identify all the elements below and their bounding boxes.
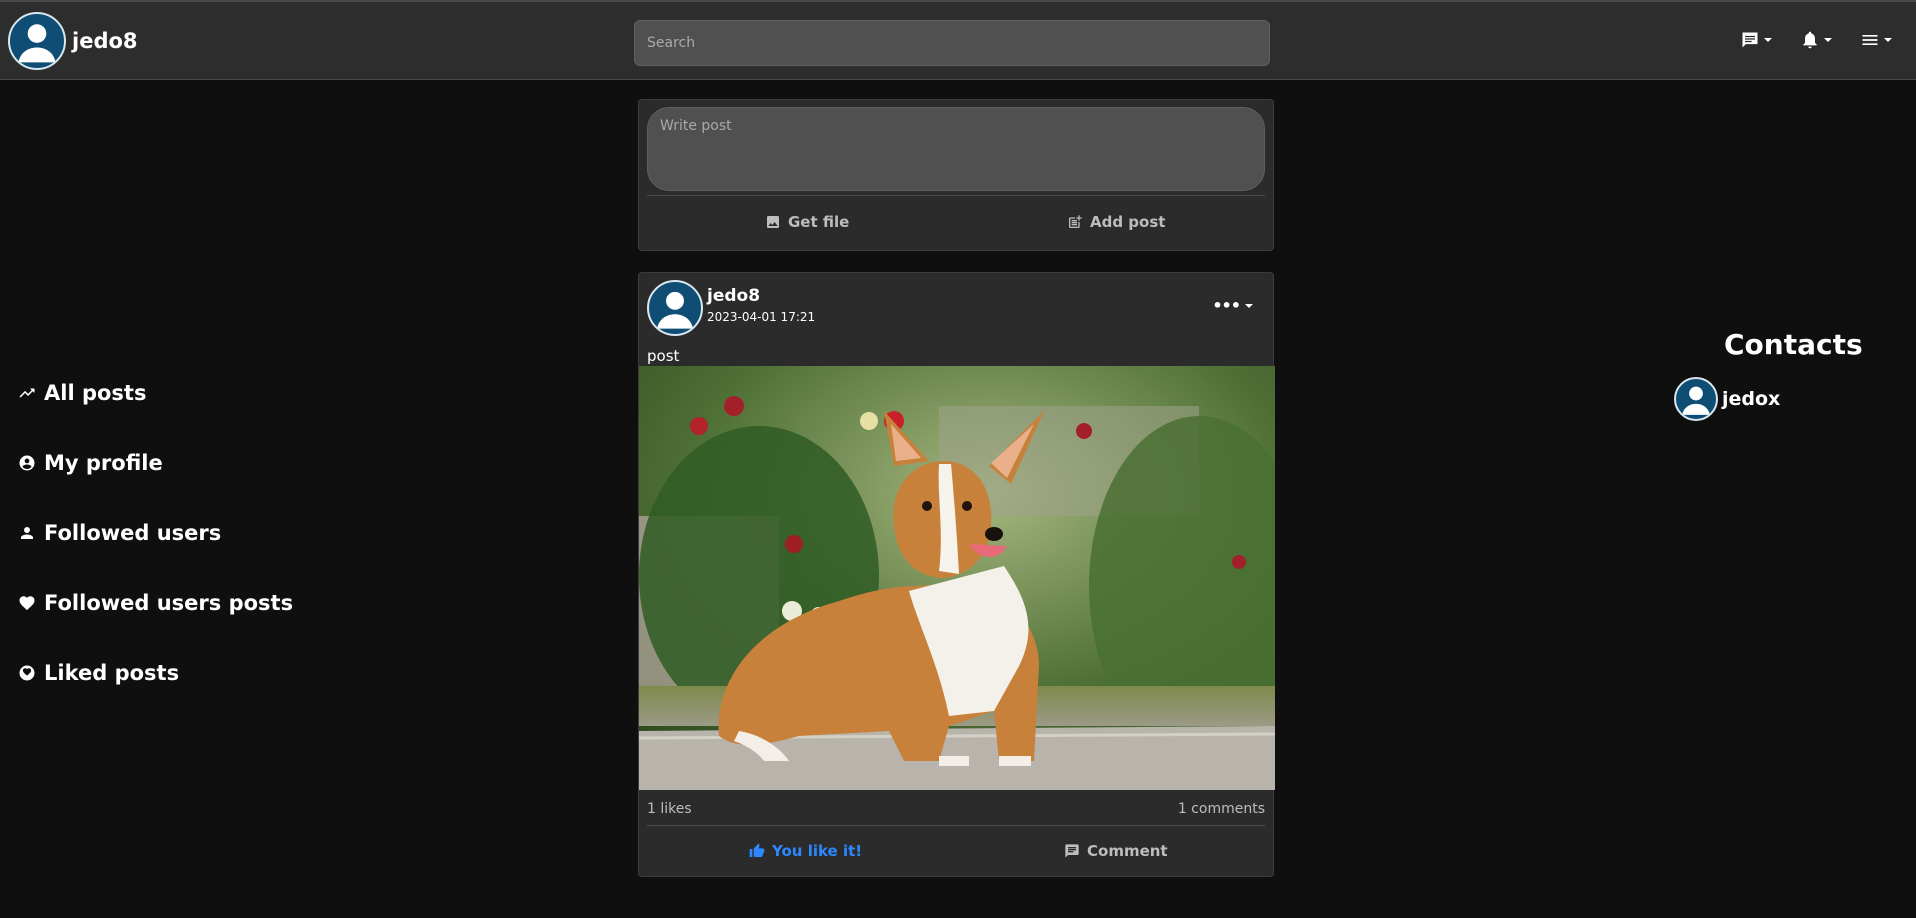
- post-composer: Get file Add post: [638, 99, 1274, 251]
- main-menu-dropdown[interactable]: [1860, 30, 1892, 50]
- post-timestamp: 2023-04-01 17:21: [707, 310, 816, 324]
- likes-count[interactable]: 1 likes: [647, 801, 692, 817]
- avatar: [8, 12, 66, 70]
- chevron-down-icon: [1764, 38, 1772, 42]
- sidebar-item-label: My profile: [44, 451, 163, 475]
- avatar[interactable]: [647, 280, 703, 336]
- sidebar-item-label: All posts: [44, 381, 147, 405]
- liked-icon: [19, 665, 35, 681]
- post-card: jedo8 2023-04-01 17:21 ••• post 1 likes …: [638, 272, 1275, 877]
- chevron-down-icon: [1245, 303, 1253, 308]
- comment-label: Comment: [1087, 842, 1168, 860]
- sidebar-item-label: Followed users: [44, 521, 222, 545]
- avatar: [1674, 377, 1718, 421]
- post-author-block: jedo8 2023-04-01 17:21: [707, 286, 815, 324]
- post-header: jedo8 2023-04-01 17:21: [647, 280, 815, 336]
- sidebar-item-liked-posts[interactable]: Liked posts: [18, 638, 293, 708]
- divider: [647, 825, 1265, 826]
- post-add-icon: [1069, 215, 1082, 228]
- bell-icon: [1803, 31, 1817, 49]
- get-file-label: Get file: [788, 213, 850, 231]
- add-post-button[interactable]: Add post: [1067, 213, 1165, 231]
- username: jedo8: [72, 29, 138, 53]
- user-silhouette-icon: [1682, 386, 1710, 415]
- contacts-title: Contacts: [1724, 328, 1863, 361]
- image-icon: [767, 216, 779, 228]
- comment-icon: [1065, 844, 1079, 858]
- post-author[interactable]: jedo8: [707, 286, 815, 306]
- post-options-dropdown[interactable]: •••: [1212, 296, 1253, 315]
- more-icon: •••: [1212, 296, 1241, 315]
- chevron-down-icon: [1824, 38, 1832, 42]
- corgi-photo: [639, 366, 1275, 790]
- trending-icon: [19, 388, 35, 398]
- sidebar-item-my-profile[interactable]: My profile: [18, 428, 293, 498]
- chevron-down-icon: [1884, 38, 1892, 42]
- sidebar-item-followed-users-posts[interactable]: Followed users posts: [18, 568, 293, 638]
- menu-icon: [1862, 35, 1878, 45]
- user-silhouette-icon: [18, 24, 56, 63]
- heart-icon: [19, 596, 35, 611]
- comment-button[interactable]: Comment: [1064, 842, 1168, 860]
- thumbs-up-icon: [749, 843, 765, 857]
- divider: [647, 195, 1265, 196]
- sidebar-item-followed-users[interactable]: Followed users: [18, 498, 293, 568]
- get-file-button[interactable]: Get file: [765, 213, 849, 231]
- left-sidebar: All posts My profile Followed users Foll…: [18, 358, 293, 708]
- profile-icon: [19, 455, 35, 471]
- contact-name: jedox: [1722, 388, 1781, 410]
- write-post-input[interactable]: [647, 107, 1265, 191]
- top-navbar: jedo8: [0, 0, 1916, 80]
- notifications-dropdown[interactable]: [1800, 30, 1832, 50]
- user-silhouette-icon: [657, 291, 693, 329]
- brand-profile-link[interactable]: jedo8: [8, 12, 138, 70]
- search-input[interactable]: [634, 20, 1270, 66]
- like-button[interactable]: You like it!: [749, 842, 862, 860]
- post-text: post: [647, 347, 680, 365]
- post-stats: 1 likes 1 comments: [647, 801, 1265, 817]
- add-post-label: Add post: [1090, 213, 1166, 231]
- messages-dropdown[interactable]: [1740, 30, 1772, 50]
- contact-item-jedox[interactable]: jedox: [1674, 377, 1780, 421]
- sidebar-item-label: Liked posts: [44, 661, 180, 685]
- like-label: You like it!: [772, 842, 863, 860]
- message-icon: [1742, 32, 1758, 48]
- post-image[interactable]: [639, 366, 1275, 790]
- sidebar-item-all-posts[interactable]: All posts: [18, 358, 293, 428]
- navbar-actions: [1740, 30, 1892, 50]
- user-icon: [21, 527, 33, 539]
- sidebar-item-label: Followed users posts: [44, 591, 294, 615]
- comments-count[interactable]: 1 comments: [1178, 801, 1265, 817]
